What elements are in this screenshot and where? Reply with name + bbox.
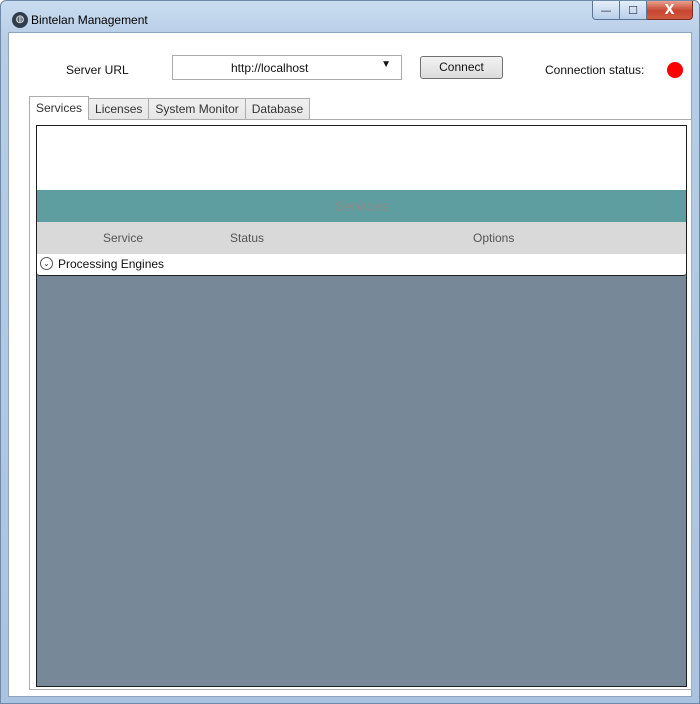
app-window: ◍ Bintelan Management — ☐ X Server URL h… <box>0 0 700 704</box>
connect-button[interactable]: Connect <box>420 56 503 79</box>
services-header: Services <box>37 190 686 222</box>
tab-strip: Services Licenses System Monitor Databas… <box>29 96 311 120</box>
tab-services[interactable]: Services <box>29 96 90 120</box>
minimize-button[interactable]: — <box>592 1 620 20</box>
group-row-processing-engines[interactable]: ⌄ Processing Engines <box>37 254 686 276</box>
tab-licenses[interactable]: Licenses <box>89 98 150 120</box>
services-tab-panel: Services Service Status Options ⌄ Proces… <box>29 119 692 690</box>
maximize-button[interactable]: ☐ <box>620 1 647 20</box>
connection-status-label: Connection status: <box>545 63 645 77</box>
services-grid: Services Service Status Options ⌄ Proces… <box>36 125 687 687</box>
client-area: Server URL http://localhost ▼ Connect Co… <box>8 32 692 697</box>
window-controls: — ☐ X <box>592 1 693 21</box>
close-icon: X <box>664 2 675 18</box>
column-header-service[interactable]: Service <box>103 231 143 245</box>
connection-status-indicator-icon <box>667 62 683 78</box>
window-title: Bintelan Management <box>31 13 148 27</box>
maximize-icon: ☐ <box>628 3 638 17</box>
tab-database[interactable]: Database <box>245 98 311 120</box>
column-header-options[interactable]: Options <box>473 231 514 245</box>
minimize-icon: — <box>600 3 612 17</box>
server-url-value: http://localhost <box>231 61 309 75</box>
app-logo-icon: ◍ <box>12 12 28 28</box>
server-url-combobox[interactable]: http://localhost ▼ <box>172 55 402 80</box>
close-button[interactable]: X <box>647 1 693 20</box>
blank-area <box>37 126 686 190</box>
column-header-status[interactable]: Status <box>230 231 264 245</box>
group-label: Processing Engines <box>58 257 165 271</box>
chevron-down-circle-icon[interactable]: ⌄ <box>40 257 53 270</box>
tab-system-monitor[interactable]: System Monitor <box>149 98 246 120</box>
column-header-row: Service Status Options <box>37 222 686 254</box>
chevron-down-icon[interactable]: ▼ <box>381 59 391 70</box>
server-url-label: Server URL <box>66 63 129 77</box>
